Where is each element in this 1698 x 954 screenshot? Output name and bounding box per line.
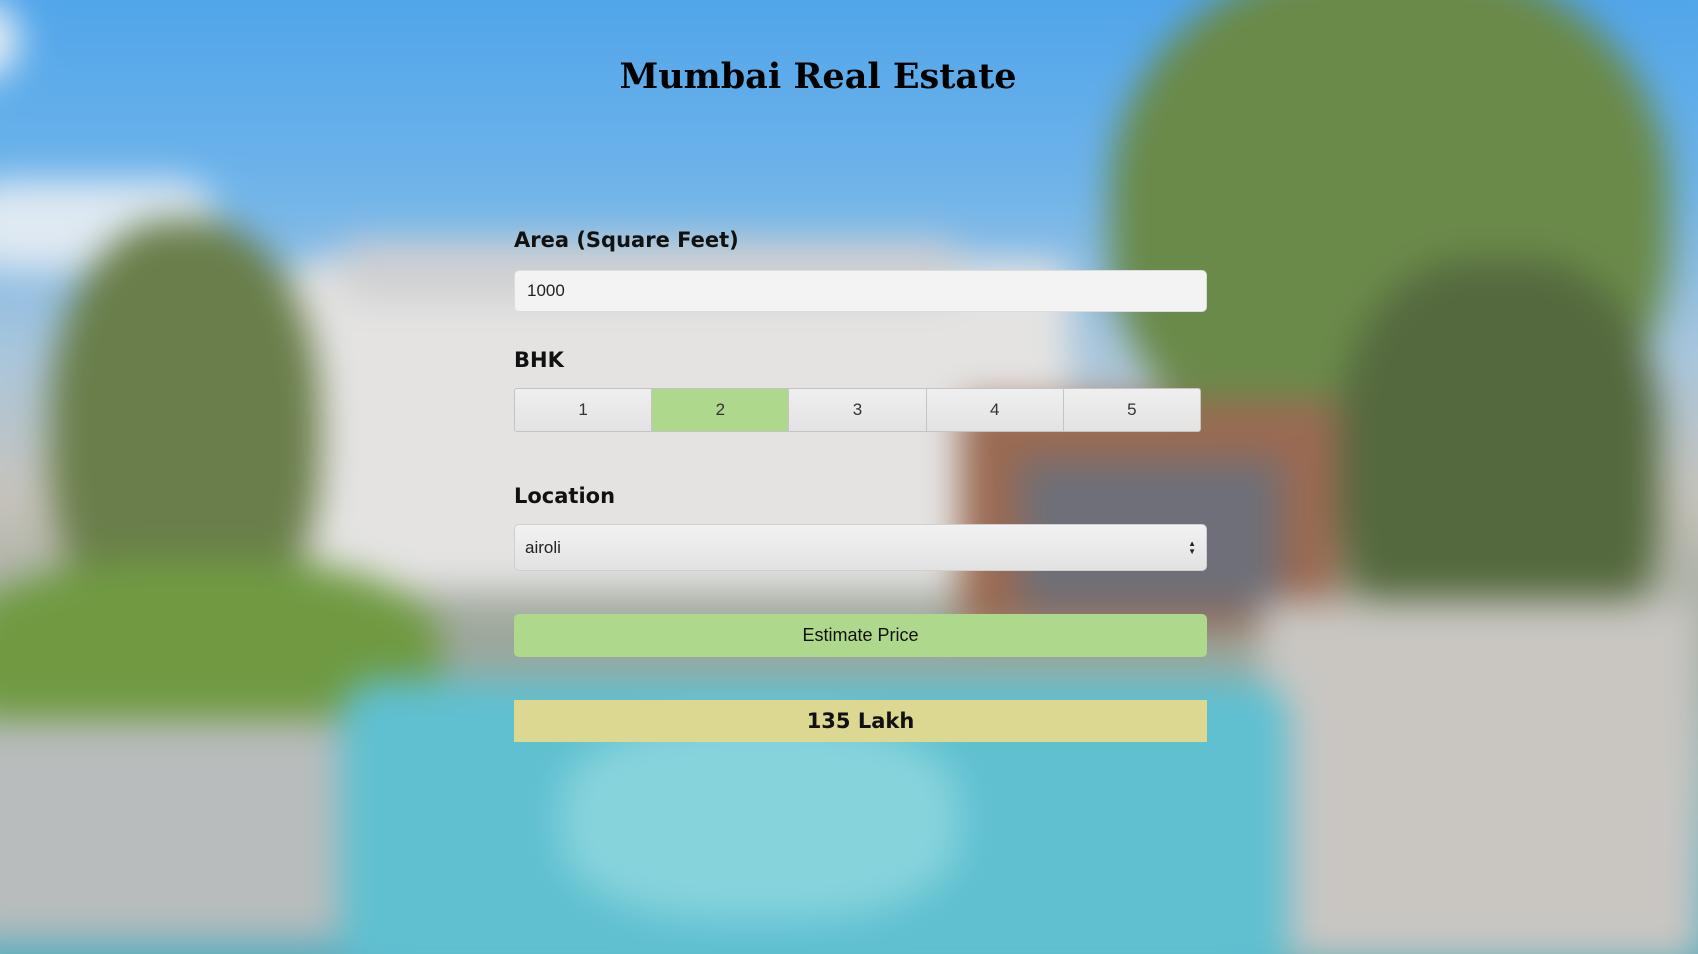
location-selected-value: airoli	[525, 537, 561, 557]
page-title: Mumbai Real Estate	[619, 56, 1017, 97]
area-input[interactable]	[514, 270, 1207, 312]
estimate-price-button[interactable]: Estimate Price	[514, 614, 1207, 657]
location-label: Location	[514, 484, 616, 508]
bhk-segmented-control: 1 2 3 4 5	[514, 388, 1201, 432]
bhk-option-2[interactable]: 2	[652, 389, 790, 431]
estimated-price-result: 135 Lakh	[514, 700, 1207, 742]
bhk-label: BHK	[514, 348, 564, 372]
bhk-option-4[interactable]: 4	[926, 389, 1064, 431]
area-label: Area (Square Feet)	[514, 228, 739, 252]
bhk-option-3[interactable]: 3	[789, 389, 927, 431]
background-image	[0, 0, 1698, 954]
select-arrows-icon: ▲ ▼	[1188, 538, 1196, 556]
location-select[interactable]: airoli ▲ ▼	[514, 524, 1207, 571]
bhk-option-5[interactable]: 5	[1063, 389, 1200, 431]
bhk-option-1[interactable]: 1	[515, 389, 653, 431]
